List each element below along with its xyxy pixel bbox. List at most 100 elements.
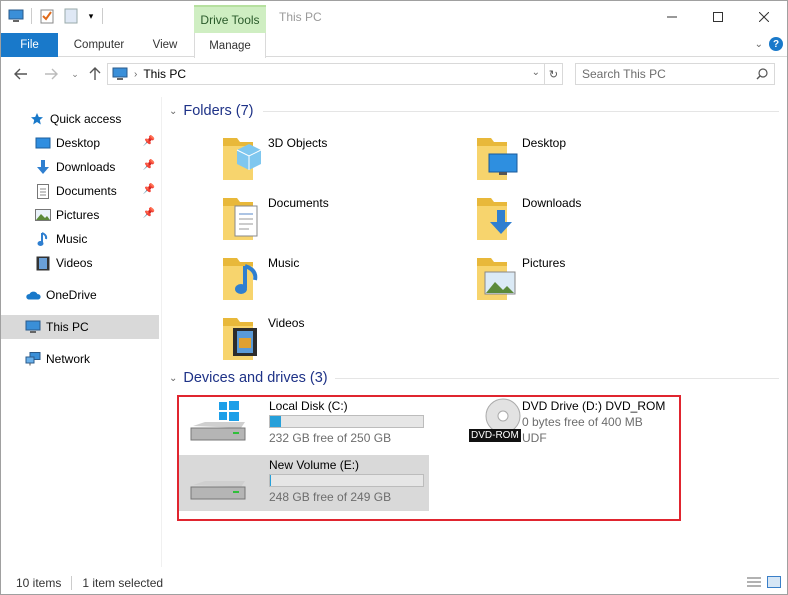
pin-icon[interactable]: 📌: [143, 160, 155, 171]
folder-3d-objects[interactable]: 3D Objects: [221, 132, 421, 188]
search-input[interactable]: [582, 67, 752, 81]
recent-locations-button[interactable]: ⌄: [67, 66, 83, 82]
folder-music[interactable]: Music: [221, 252, 421, 308]
maximize-button[interactable]: [695, 1, 741, 33]
pictures-folder-icon: [477, 258, 516, 300]
chevron-down-icon: ⌄: [169, 372, 178, 384]
close-button[interactable]: [741, 1, 787, 33]
folder-label: Pictures: [522, 256, 566, 270]
folder-label: Videos: [268, 316, 305, 330]
up-button[interactable]: [87, 66, 103, 82]
qat-separator: [102, 8, 103, 24]
view-buttons: [747, 576, 781, 588]
folder-pictures[interactable]: Pictures: [475, 252, 675, 308]
nav-network[interactable]: Network: [1, 347, 159, 371]
drives-group-header[interactable]: ⌄ Devices and drives (3): [169, 368, 328, 388]
details-view-icon[interactable]: [747, 576, 761, 588]
nav-label: OneDrive: [46, 288, 97, 302]
videos-icon: [35, 255, 51, 271]
new-folder-icon[interactable]: [62, 7, 80, 25]
pin-icon[interactable]: 📌: [143, 136, 155, 147]
videos-folder-icon: [223, 318, 257, 360]
onedrive-cloud-icon: [25, 287, 41, 303]
nav-item-music[interactable]: Music: [1, 227, 159, 251]
folder-label: Downloads: [522, 196, 582, 210]
status-separator: [71, 576, 73, 590]
search-box: [575, 63, 775, 85]
folders-group-title: Folders (7): [183, 103, 254, 119]
back-button[interactable]: [13, 66, 29, 82]
up-arrow-icon: [89, 67, 101, 80]
folder-videos[interactable]: Videos: [221, 312, 421, 368]
nav-label: Music: [56, 232, 88, 246]
search-icon[interactable]: [756, 68, 768, 80]
folder-label: Documents: [268, 196, 329, 210]
nav-label: Desktop: [56, 136, 101, 150]
nav-label: Videos: [56, 256, 93, 270]
address-dropdown-icon[interactable]: ⌄: [532, 67, 540, 78]
forward-button[interactable]: [43, 66, 59, 82]
nav-item-documents[interactable]: Documents 📌: [1, 179, 159, 203]
pin-icon[interactable]: 📌: [143, 184, 155, 195]
desktop-folder-icon: [477, 138, 518, 180]
drives-group-title: Devices and drives (3): [183, 370, 328, 386]
music-folder-icon: [223, 258, 258, 300]
documents-folder-icon: [223, 198, 258, 240]
explorer-window: ▾ Drive Tools This PC File Computer View…: [0, 0, 788, 595]
star-icon: [29, 111, 45, 127]
tab-computer[interactable]: Computer: [65, 33, 133, 57]
nav-label: Documents: [56, 184, 117, 198]
customize-qat-icon[interactable]: ▾: [86, 7, 96, 25]
nav-item-desktop[interactable]: Desktop 📌: [1, 131, 159, 155]
download-icon: [35, 159, 51, 175]
minimize-icon: [667, 16, 677, 18]
minimize-button[interactable]: [649, 1, 695, 33]
quick-access-toolbar: ▾: [7, 7, 103, 25]
back-arrow-icon: [14, 68, 27, 80]
folder-desktop[interactable]: Desktop: [475, 132, 675, 188]
folder-label: 3D Objects: [268, 136, 328, 150]
nav-item-videos[interactable]: Videos: [1, 251, 159, 275]
nav-label: Network: [46, 352, 91, 366]
address-row: ⌄ › This PC ⌄ ↻: [1, 58, 787, 90]
nav-item-downloads[interactable]: Downloads 📌: [1, 155, 159, 179]
tab-file[interactable]: File: [1, 33, 58, 57]
3d-objects-folder-icon: [223, 138, 262, 180]
pane-divider[interactable]: [161, 97, 162, 567]
forward-arrow-icon: [45, 68, 58, 80]
chevron-down-icon: ⌄: [71, 68, 79, 79]
pin-icon[interactable]: 📌: [143, 208, 155, 219]
folder-documents[interactable]: Documents: [221, 192, 421, 248]
nav-quick-access[interactable]: Quick access: [1, 107, 159, 131]
qat-separator: [31, 8, 32, 24]
documents-icon: [35, 183, 51, 199]
folder-downloads[interactable]: Downloads: [475, 192, 675, 248]
nav-onedrive[interactable]: OneDrive: [1, 283, 159, 307]
breadcrumb-chevron-icon[interactable]: ›: [134, 69, 137, 80]
refresh-icon[interactable]: ↻: [544, 64, 562, 84]
nav-label: Quick access: [50, 112, 122, 126]
large-icons-view-icon[interactable]: [767, 576, 781, 588]
tab-manage[interactable]: Manage: [194, 33, 266, 58]
nav-label: Downloads: [56, 160, 116, 174]
title-bar: ▾ Drive Tools This PC: [1, 1, 787, 33]
music-icon: [35, 231, 51, 247]
properties-icon[interactable]: [38, 7, 56, 25]
tab-view[interactable]: View: [141, 33, 189, 57]
ribbon-tabs: File Computer View Manage ⌄ ?: [1, 33, 787, 58]
group-divider: [335, 378, 779, 379]
nav-item-pictures[interactable]: Pictures 📌: [1, 203, 159, 227]
window-title: This PC: [279, 10, 322, 24]
computer-icon[interactable]: [7, 7, 25, 25]
folders-group-header[interactable]: ⌄ Folders (7): [169, 101, 254, 121]
breadcrumb-this-pc[interactable]: This PC: [143, 67, 186, 81]
expand-ribbon-icon[interactable]: ⌄: [755, 39, 763, 50]
folder-label: Music: [268, 256, 300, 270]
nav-this-pc[interactable]: This PC: [1, 315, 159, 339]
folder-label: Desktop: [522, 136, 567, 150]
chevron-down-icon: ⌄: [169, 105, 178, 117]
address-bar[interactable]: › This PC ⌄ ↻: [107, 63, 563, 85]
drive-tools-context-tab: Drive Tools: [194, 5, 266, 33]
close-icon: [759, 12, 769, 22]
help-icon[interactable]: ?: [769, 37, 783, 51]
